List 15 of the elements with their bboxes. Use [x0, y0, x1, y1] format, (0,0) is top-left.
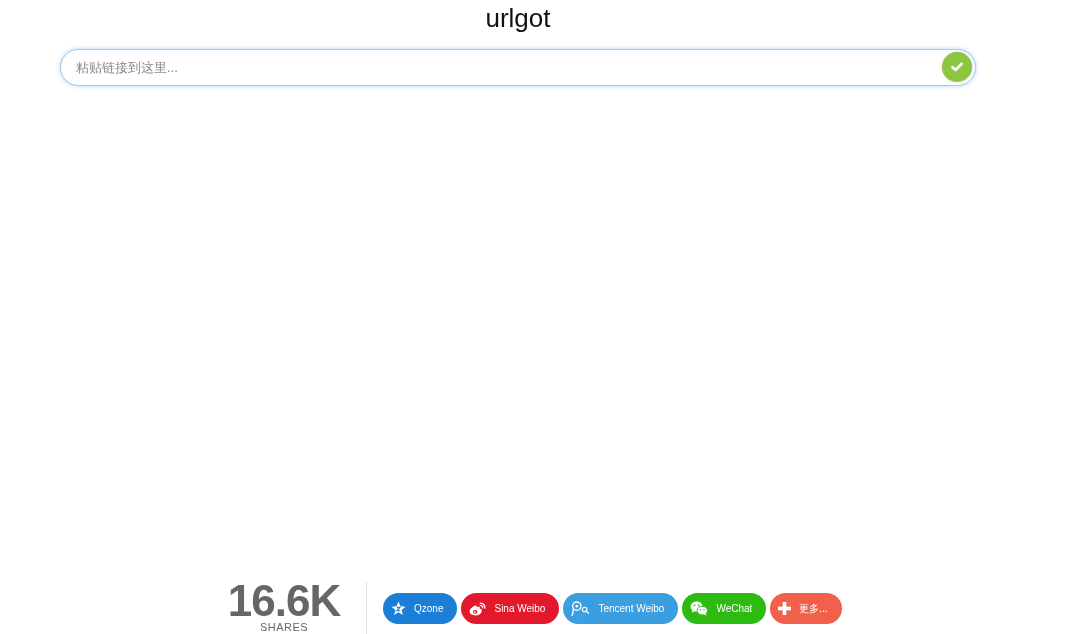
share-button[interactable]: Qzone: [383, 593, 458, 624]
shares-label: SHARES: [259, 621, 309, 633]
share-button[interactable]: WeChat: [682, 593, 767, 624]
star-icon: [391, 601, 406, 616]
share-count: 16.6K: [227, 581, 341, 621]
share-button[interactable]: Tencent Weibo: [563, 593, 679, 624]
check-icon: [951, 62, 963, 72]
plus-icon: [778, 602, 792, 615]
search-field[interactable]: 粘贴链接到这里...: [60, 49, 976, 86]
share-button[interactable]: Sina Weibo: [461, 593, 560, 624]
eye-logo-icon: [469, 601, 487, 616]
pin-icon: [571, 601, 591, 616]
page-title: urlgot: [485, 3, 551, 33]
chat-bubbles-icon: [690, 601, 709, 616]
more-button[interactable]: 更多...: [770, 593, 842, 624]
